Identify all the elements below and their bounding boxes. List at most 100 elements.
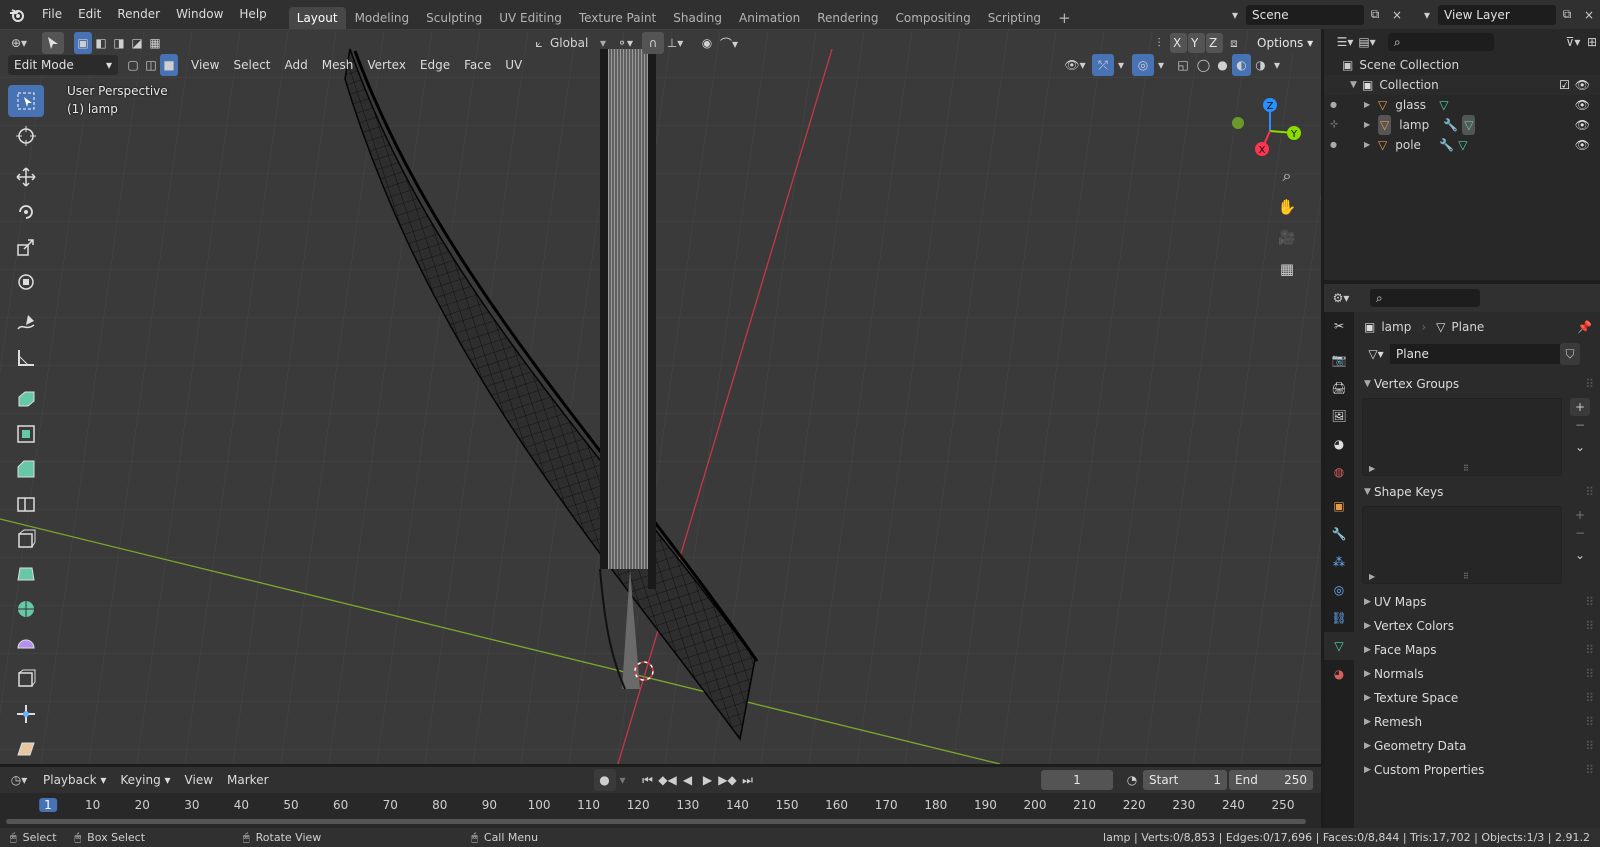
tab-rendering[interactable]: Rendering: [809, 7, 886, 29]
physics-tab-icon[interactable]: ◎: [1324, 576, 1354, 604]
tab-texture-paint[interactable]: Texture Paint: [571, 7, 664, 29]
panel-normals[interactable]: ▶ Normals ⠿: [1354, 662, 1600, 686]
world-tab-icon[interactable]: ◍: [1324, 458, 1354, 486]
scene-tab-icon[interactable]: ◕: [1324, 430, 1354, 458]
material-tab-icon[interactable]: ◕: [1324, 660, 1354, 688]
panel-vertex-groups[interactable]: ▼ Vertex Groups ⠿: [1354, 372, 1600, 396]
panel-shape-keys[interactable]: ▼ Shape Keys ⠿: [1354, 480, 1600, 504]
mesh-browse-icon[interactable]: ▽▾: [1362, 343, 1390, 365]
falloff-icon[interactable]: ⌒▾: [718, 32, 740, 54]
object-tab-icon[interactable]: ▣: [1324, 492, 1354, 520]
keying-set-dropdown-icon[interactable]: ▾: [616, 769, 630, 791]
timeline-editor-type-icon[interactable]: ◷▾: [8, 769, 30, 791]
list-resize-grip-icon[interactable]: ⠿: [1463, 464, 1469, 473]
menu-add[interactable]: Add: [278, 54, 315, 76]
start-frame-field[interactable]: Start 1: [1143, 770, 1227, 790]
mirror-options-icon[interactable]: ⫶: [1148, 32, 1170, 54]
outliner-editor-type-icon[interactable]: ☰▾: [1334, 31, 1356, 53]
menu-mesh[interactable]: Mesh: [315, 54, 361, 76]
marker-menu[interactable]: Marker: [220, 769, 275, 791]
panel-vertex-colors[interactable]: ▶ Vertex Colors ⠿: [1354, 614, 1600, 638]
display-mode-icon[interactable]: ▤▾: [1356, 31, 1378, 53]
subtract-selection-icon[interactable]: ◨: [110, 32, 128, 54]
list-resize-grip-icon[interactable]: ⠿: [1463, 572, 1469, 581]
panel-uv-maps[interactable]: ▶ UV Maps ⠿: [1354, 590, 1600, 614]
wireframe-shading-icon[interactable]: ◯: [1194, 54, 1213, 76]
tool-edge-slide[interactable]: [8, 663, 44, 695]
tab-compositing[interactable]: Compositing: [887, 7, 978, 29]
panel-remesh[interactable]: ▶ Remesh ⠿: [1354, 710, 1600, 734]
tool-tab-icon[interactable]: ✂: [1324, 312, 1354, 340]
intersect-selection-icon[interactable]: ▦: [146, 32, 164, 54]
xray-toggle-icon[interactable]: ◱: [1172, 54, 1194, 76]
editor-type-icon[interactable]: ⊕▾: [8, 32, 30, 54]
menu-render[interactable]: Render: [109, 0, 168, 29]
outliner-item-lamp[interactable]: ⊹ ▶ ▽ lamp 🔧 ▽ 👁: [1324, 115, 1600, 135]
snap-target-icon[interactable]: ⊥▾: [664, 32, 686, 54]
add-vertex-group-icon[interactable]: +: [1570, 398, 1590, 416]
vertex-select-mode-icon[interactable]: ▢: [124, 54, 142, 76]
view-layer-field[interactable]: View Layer: [1438, 4, 1556, 25]
tool-move[interactable]: [8, 161, 44, 193]
object-visibility-icon[interactable]: 👁: [1575, 95, 1590, 115]
panel-face-maps[interactable]: ▶ Face Maps ⠿: [1354, 638, 1600, 662]
mesh-name-field[interactable]: Plane: [1390, 344, 1560, 364]
remove-vertex-group-icon[interactable]: −: [1570, 416, 1590, 434]
timeline-scrollbar[interactable]: [6, 819, 1306, 824]
render-tab-icon[interactable]: 📷: [1324, 346, 1354, 374]
vertex-groups-list[interactable]: ▶ ⠿: [1362, 398, 1562, 476]
tab-shading[interactable]: Shading: [665, 7, 730, 29]
properties-editor-type-icon[interactable]: ⚙▾: [1330, 287, 1352, 309]
vertex-group-menu-icon[interactable]: ⌄: [1570, 438, 1590, 456]
extend-selection-icon[interactable]: ◧: [92, 32, 110, 54]
camera-icon[interactable]: 🎥: [1276, 227, 1298, 249]
options-dropdown[interactable]: Options ▾: [1251, 33, 1320, 53]
proportional-edit-icon[interactable]: ◉: [696, 32, 718, 54]
solid-shading-icon[interactable]: ●: [1213, 54, 1232, 76]
shape-key-menu-icon[interactable]: ⌄: [1570, 546, 1590, 564]
tool-smooth[interactable]: [8, 628, 44, 660]
collection-row[interactable]: ▼ ▣ Collection ☑ 👁: [1324, 75, 1600, 95]
menu-uv[interactable]: UV: [498, 54, 529, 76]
tool-bevel[interactable]: [8, 453, 44, 485]
preview-range-icon[interactable]: ◔: [1121, 769, 1143, 791]
gizmo-toggle-icon[interactable]: ⤱: [1092, 54, 1114, 76]
visibility-icon[interactable]: 👁▾: [1064, 54, 1086, 76]
properties-search-input[interactable]: ⌕: [1370, 289, 1480, 307]
prev-keyframe-icon[interactable]: ◆◀: [658, 769, 678, 791]
blender-logo-icon[interactable]: [0, 7, 34, 23]
tab-animation[interactable]: Animation: [731, 7, 808, 29]
tool-shear[interactable]: [8, 733, 44, 764]
collection-checkbox-icon[interactable]: ☑: [1559, 75, 1570, 95]
expand-arrow-icon[interactable]: ▶: [1364, 115, 1378, 135]
pin-icon[interactable]: 📌: [1577, 320, 1592, 334]
expand-arrow-icon[interactable]: ▼: [1350, 75, 1362, 95]
snap-icon[interactable]: ∩: [642, 32, 665, 54]
constraints-tab-icon[interactable]: ⛓: [1324, 604, 1354, 632]
menu-vertex[interactable]: Vertex: [360, 54, 413, 76]
menu-face[interactable]: Face: [457, 54, 498, 76]
edge-select-mode-icon[interactable]: ◫: [142, 54, 160, 76]
play-reverse-icon[interactable]: ◀: [678, 769, 698, 791]
outliner-search-input[interactable]: ⌕: [1388, 33, 1494, 51]
output-tab-icon[interactable]: 🖨: [1324, 374, 1354, 402]
view-layer-browse-icon[interactable]: ▾: [1416, 4, 1438, 26]
remove-shape-key-icon[interactable]: −: [1570, 524, 1590, 542]
menu-edit[interactable]: Edit: [70, 0, 109, 29]
transform-orientation[interactable]: Global: [550, 36, 600, 50]
menu-help[interactable]: Help: [231, 0, 274, 29]
list-expand-arrow-icon[interactable]: ▶: [1369, 572, 1375, 581]
mirror-y-button[interactable]: Y: [1188, 33, 1205, 53]
auto-keying-icon[interactable]: ●: [593, 769, 616, 791]
menu-window[interactable]: Window: [168, 0, 231, 29]
filter-icon[interactable]: ⊽▾: [1562, 31, 1584, 53]
tab-uv-editing[interactable]: UV Editing: [491, 7, 570, 29]
tool-knife[interactable]: [8, 523, 44, 555]
object-visibility-icon[interactable]: 👁: [1575, 135, 1590, 155]
shading-dropdown-icon[interactable]: ▾: [1270, 54, 1284, 76]
jump-end-icon[interactable]: ⏭: [738, 769, 758, 791]
select-tool-icon[interactable]: [42, 32, 64, 54]
particles-tab-icon[interactable]: ⁂: [1324, 548, 1354, 576]
current-frame-field[interactable]: 1: [1041, 770, 1113, 790]
menu-edge[interactable]: Edge: [413, 54, 457, 76]
